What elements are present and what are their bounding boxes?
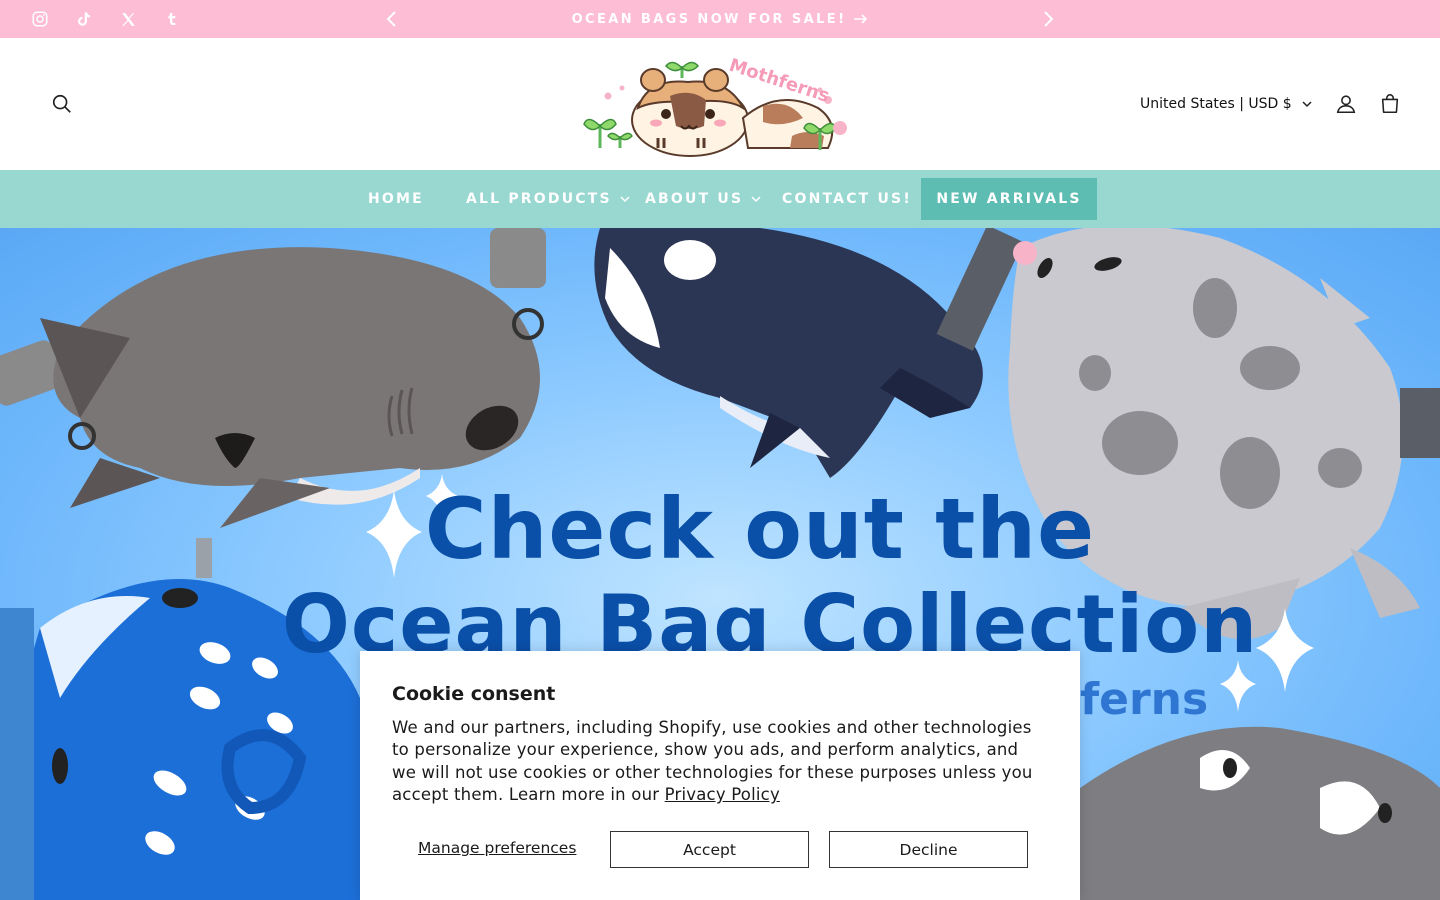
nav-contact-us-label: CONTACT US! [782,191,912,207]
nav-about-us-label: ABOUT US [645,191,744,207]
cookie-consent-dialog: Cookie consent We and our partners, incl… [360,651,1080,900]
search-button[interactable] [42,84,82,124]
tiktok-icon[interactable] [69,0,99,38]
nav-home[interactable]: HOME [368,170,424,228]
chevron-down-icon [620,195,630,202]
cart-icon [1381,94,1399,114]
nav-all-products[interactable]: ALL PRODUCTS [466,170,630,228]
currency-selector[interactable]: United States | USD $ [1140,88,1312,120]
cart-button[interactable] [1370,84,1410,124]
announcement-next-button[interactable] [1033,4,1063,34]
arrow-right-icon [854,14,868,24]
hero-brand-text: ferns [1080,674,1209,725]
hero-headline-line1: Check out the [424,480,1096,578]
chevron-down-icon [1302,100,1312,107]
grey-seal-bag-image [1080,726,1440,900]
site-logo[interactable]: Mothferns [578,48,862,160]
chevron-right-icon [1044,11,1054,27]
nav-new-arrivals[interactable]: NEW ARRIVALS [921,178,1097,220]
announcement-prev-button[interactable] [377,4,407,34]
account-icon [1336,95,1356,114]
manage-preferences-button[interactable]: Manage preferences [418,839,576,857]
instagram-icon[interactable] [25,0,55,38]
nav-all-products-label: ALL PRODUCTS [466,191,612,207]
privacy-policy-link[interactable]: Privacy Policy [665,785,780,804]
announcement-bar: OCEAN BAGS NOW FOR SALE! [0,0,1440,38]
chevron-down-icon [751,195,761,202]
cookie-body: We and our partners, including Shopify, … [392,717,1042,807]
search-icon [52,94,71,113]
nav-new-arrivals-label: NEW ARRIVALS [936,191,1082,207]
accept-button[interactable]: Accept [610,831,809,868]
account-button[interactable] [1326,84,1366,124]
x-icon[interactable] [113,0,143,38]
announcement-text: OCEAN BAGS NOW FOR SALE! [571,11,847,27]
orca-bag-image [594,228,1024,478]
cookie-title: Cookie consent [392,683,556,705]
nav-contact-us[interactable]: CONTACT US! [782,170,912,228]
chevron-left-icon [386,11,396,27]
tumblr-icon[interactable] [157,0,187,38]
announcement-link[interactable]: OCEAN BAGS NOW FOR SALE! [470,0,970,38]
logo-text: Mothferns [726,55,832,107]
nav-home-label: HOME [368,191,424,207]
currency-label: United States | USD $ [1140,96,1292,112]
nav-about-us[interactable]: ABOUT US [645,170,761,228]
site-header: Mothferns United States | USD $ [0,38,1440,170]
decline-button[interactable]: Decline [829,831,1028,868]
main-nav: HOME ALL PRODUCTS ABOUT US CONTACT US! N… [0,170,1440,228]
